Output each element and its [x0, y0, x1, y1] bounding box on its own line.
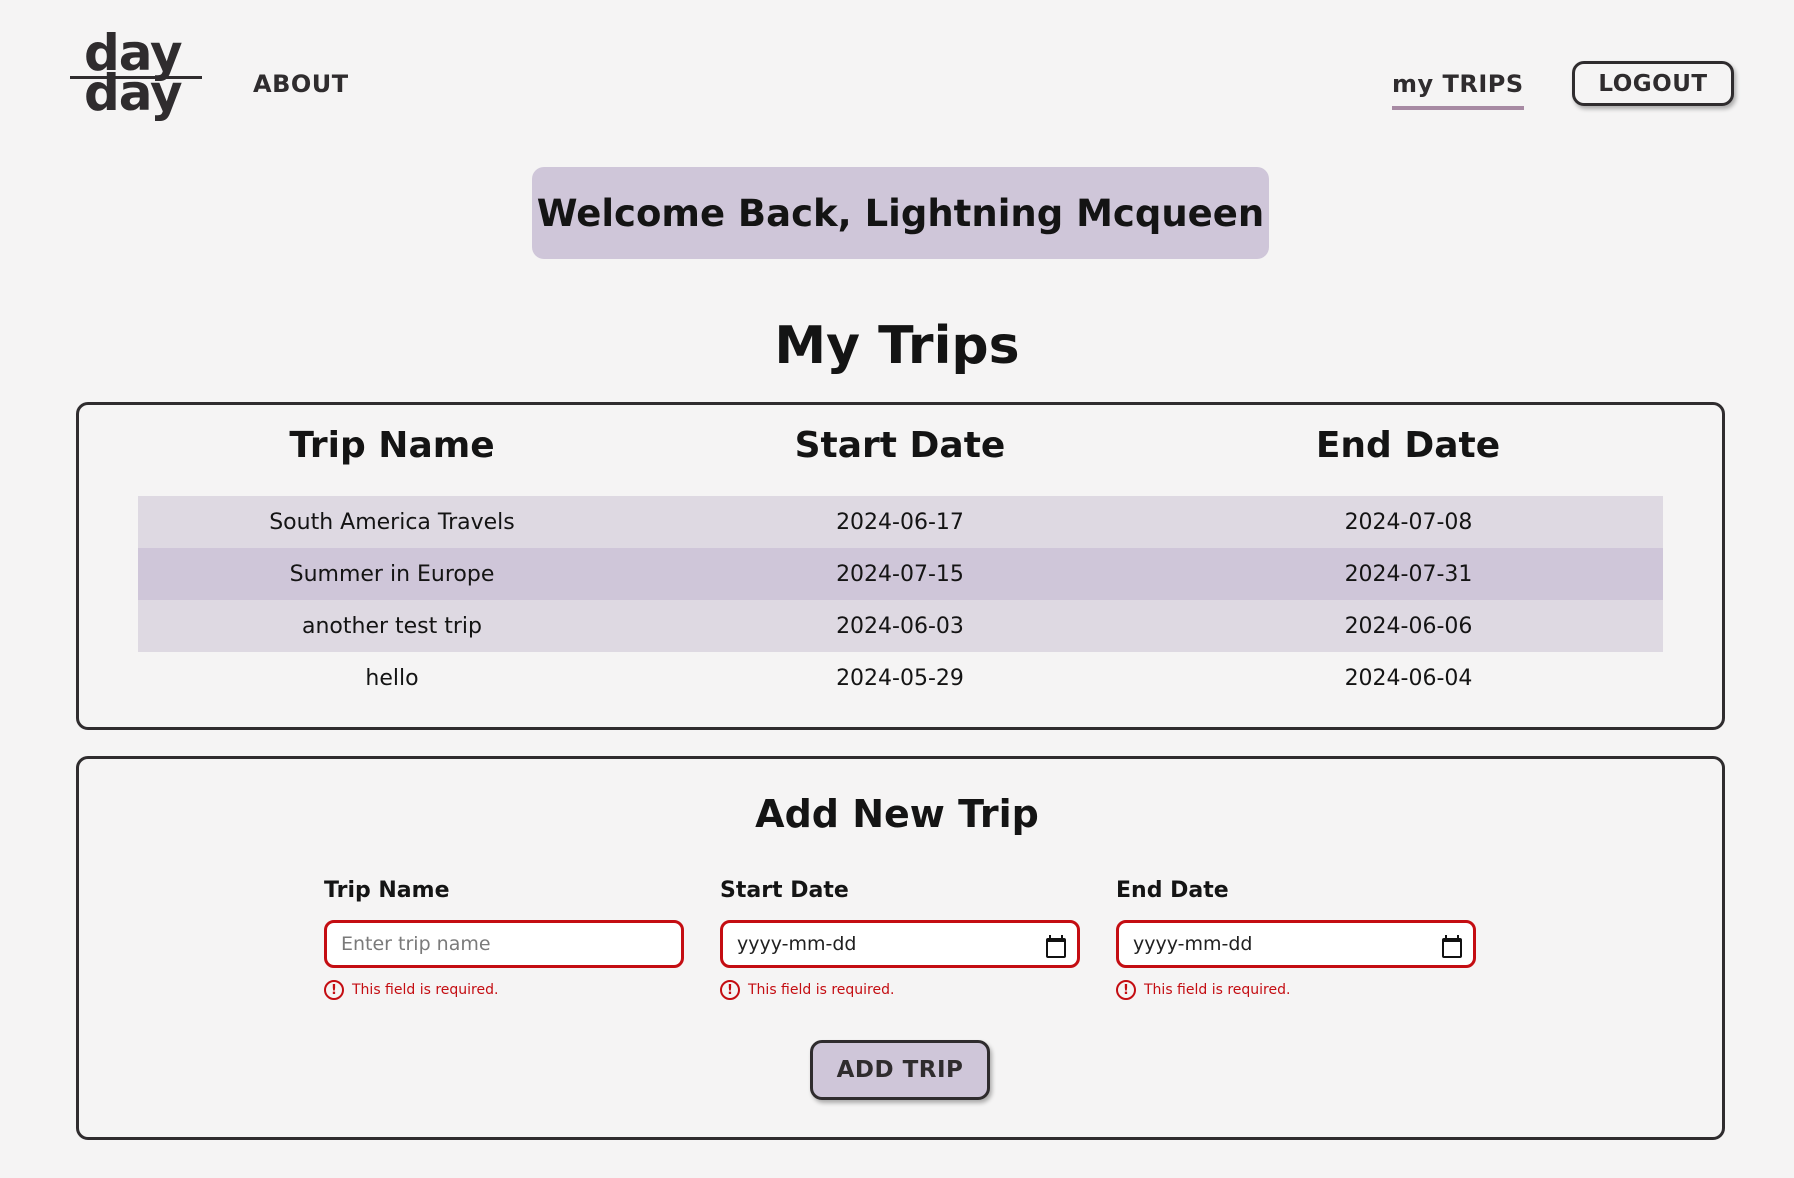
- error-circle-icon: !: [720, 980, 740, 1000]
- trips-table-body: South America Travels 2024-06-17 2024-07…: [138, 496, 1663, 704]
- trip-name-cell: hello: [365, 665, 419, 691]
- start-date-error: ! This field is required.: [720, 980, 1080, 1000]
- start-date-cell: 2024-07-15: [836, 561, 964, 587]
- trip-name-cell: another test trip: [301, 613, 483, 639]
- end-date-input[interactable]: yyyy-mm-dd: [1116, 920, 1476, 968]
- start-date-cell: 2024-05-29: [836, 665, 964, 691]
- start-date-value: yyyy-mm-dd: [737, 933, 857, 955]
- nav-about-link[interactable]: ABOUT: [253, 70, 349, 98]
- table-row[interactable]: Summer in Europe 2024-07-15 2024-07-31: [138, 548, 1663, 600]
- logo-word-bottom: day: [84, 64, 183, 122]
- add-trip-heading: Add New Trip: [755, 792, 1039, 836]
- start-date-cell: 2024-06-03: [836, 613, 964, 639]
- calendar-icon[interactable]: [1441, 935, 1462, 958]
- start-date-field-group: Start Date yyyy-mm-dd ! This field is re…: [720, 878, 1080, 1000]
- end-date-cell: 2024-06-06: [1344, 613, 1473, 639]
- trip-name-label: Trip Name: [324, 878, 450, 903]
- trip-name-placeholder: Enter trip name: [341, 933, 491, 955]
- end-date-cell: 2024-06-04: [1344, 665, 1473, 691]
- trip-name-field-group: Trip Name Enter trip name ! This field i…: [324, 878, 684, 1000]
- page: day day ABOUT my TRIPS LOGOUT Welcome Ba…: [0, 0, 1794, 1178]
- error-circle-icon: !: [324, 980, 344, 1000]
- trip-name-error: ! This field is required.: [324, 980, 684, 1000]
- table-row[interactable]: another test trip 2024-06-03 2024-06-06: [138, 600, 1663, 652]
- end-date-error: ! This field is required.: [1116, 980, 1476, 1000]
- logo[interactable]: day day: [70, 28, 204, 122]
- table-row[interactable]: hello 2024-05-29 2024-06-04: [138, 652, 1663, 704]
- end-date-cell: 2024-07-08: [1344, 509, 1473, 535]
- welcome-banner: Welcome Back, Lightning Mcqueen: [532, 167, 1269, 259]
- logout-button[interactable]: LOGOUT: [1572, 61, 1734, 106]
- trip-name-cell: Summer in Europe: [289, 561, 495, 587]
- end-date-cell: 2024-07-31: [1344, 561, 1473, 587]
- start-date-error-text: This field is required.: [748, 982, 895, 998]
- nav-my-trips-link[interactable]: my TRIPS: [1392, 70, 1524, 110]
- end-date-error-text: This field is required.: [1144, 982, 1291, 998]
- trip-name-cell: South America Travels: [269, 509, 515, 535]
- calendar-icon[interactable]: [1045, 935, 1066, 958]
- column-header-trip-name: Trip Name: [289, 425, 495, 466]
- start-date-label: Start Date: [720, 878, 849, 903]
- start-date-input[interactable]: yyyy-mm-dd: [720, 920, 1080, 968]
- my-trips-heading: My Trips: [774, 316, 1020, 376]
- end-date-label: End Date: [1116, 878, 1229, 903]
- column-header-start-date: Start Date: [794, 425, 1006, 466]
- trip-name-input[interactable]: Enter trip name: [324, 920, 684, 968]
- trip-name-error-text: This field is required.: [352, 982, 499, 998]
- add-trip-button[interactable]: ADD TRIP: [810, 1040, 990, 1100]
- end-date-field-group: End Date yyyy-mm-dd ! This field is requ…: [1116, 878, 1476, 1000]
- start-date-cell: 2024-06-17: [836, 509, 964, 535]
- error-circle-icon: !: [1116, 980, 1136, 1000]
- column-header-end-date: End Date: [1315, 425, 1501, 466]
- table-row[interactable]: South America Travels 2024-06-17 2024-07…: [138, 496, 1663, 548]
- end-date-value: yyyy-mm-dd: [1133, 933, 1253, 955]
